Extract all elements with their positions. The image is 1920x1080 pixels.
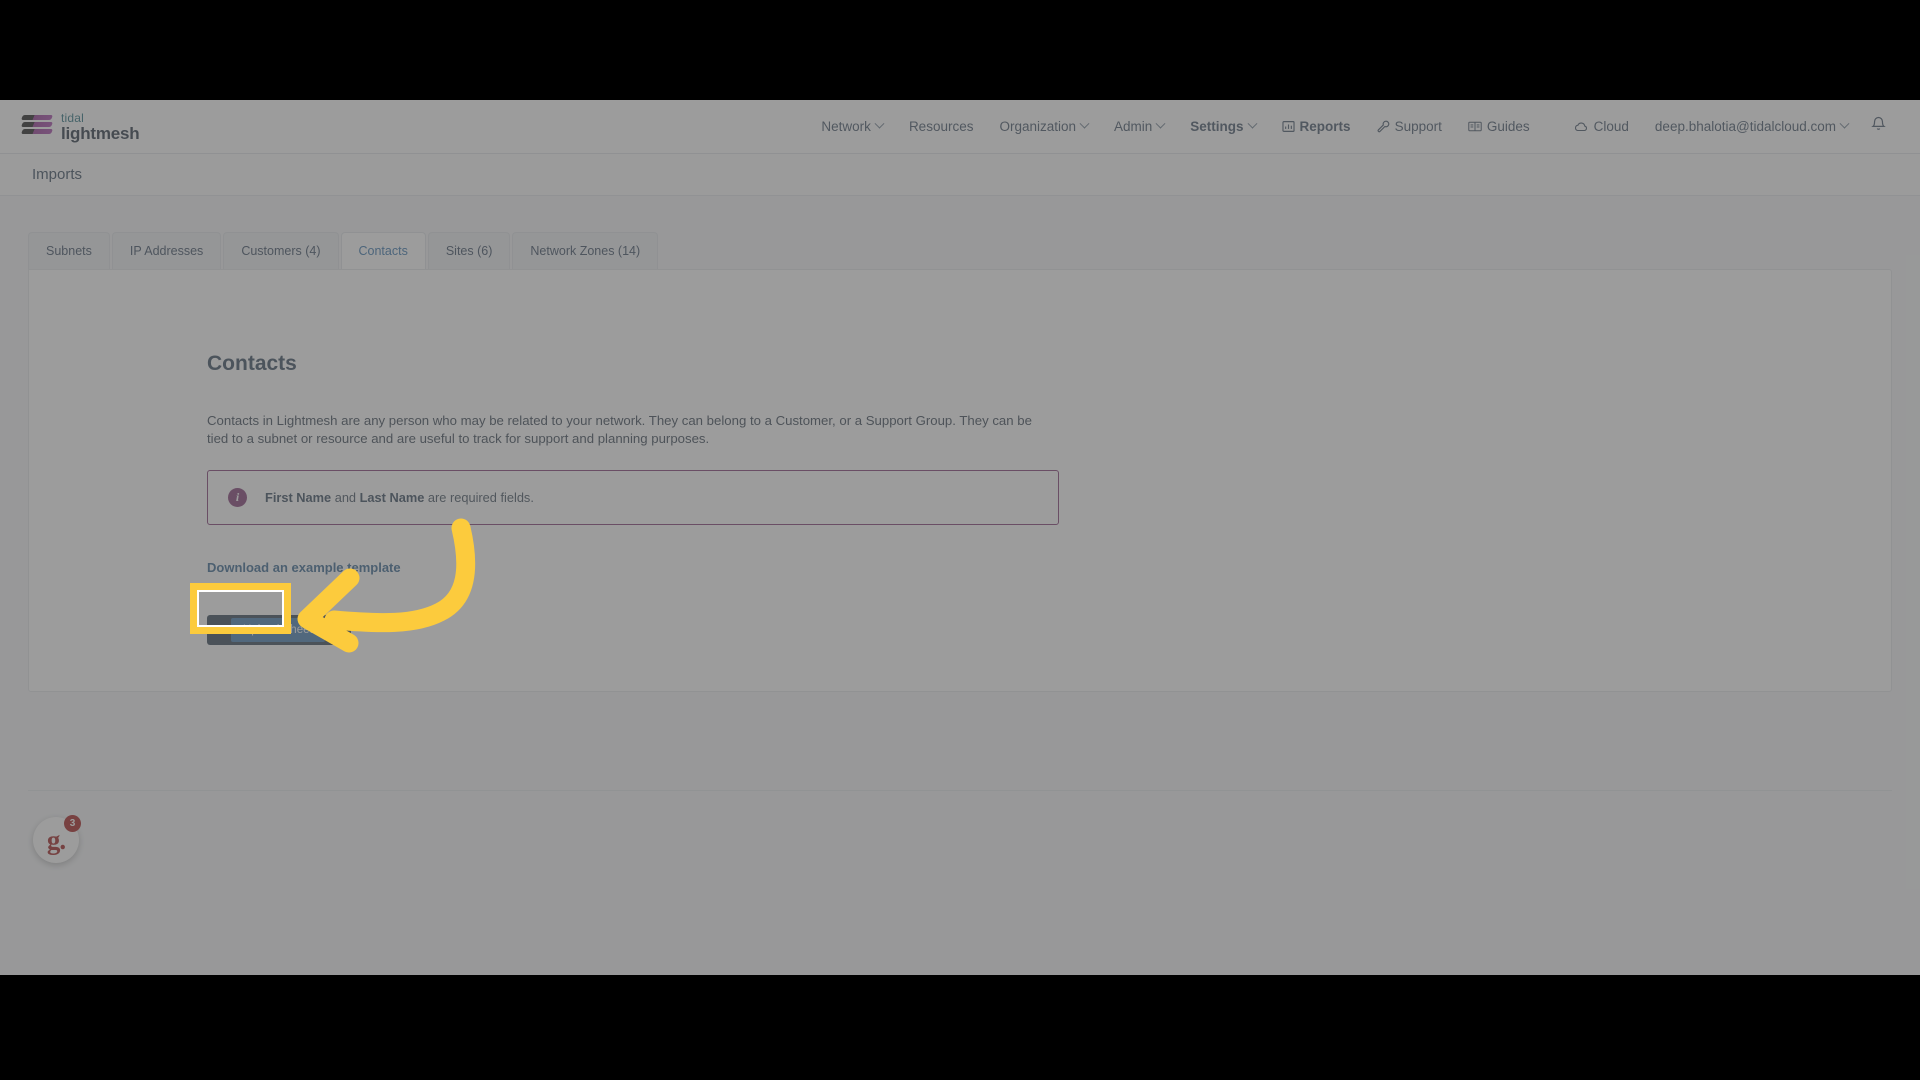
nav-item-support[interactable]: Support xyxy=(1364,119,1455,134)
nav-item-label: Network xyxy=(821,119,871,134)
upload-sheet-button[interactable]: Upload Sheet xyxy=(231,617,325,642)
wrench-icon xyxy=(1377,120,1390,133)
upload-row: Upload Sheet xyxy=(207,614,1369,645)
alert-bold-last-name: Last Name xyxy=(359,489,425,505)
upload-icon[interactable] xyxy=(336,623,349,636)
chevron-down-icon xyxy=(1839,118,1850,129)
user-email-label: deep.bhalotia@tidalcloud.com xyxy=(1654,119,1836,134)
application-page: tidal lightmesh Network Resources Organi… xyxy=(0,100,1920,975)
brand-line-1: tidal xyxy=(61,110,85,125)
alert-bold-first-name: First Name xyxy=(265,489,332,505)
contacts-import-card: Contacts Contacts in Lightmesh are any p… xyxy=(28,269,1892,692)
nav-item-guides[interactable]: Guides xyxy=(1455,119,1543,134)
content-heading: Contacts xyxy=(207,352,297,375)
nav-item-label: Organization xyxy=(999,119,1077,134)
brand-line-2: lightmesh xyxy=(61,123,140,143)
support-widget-logo: g. xyxy=(46,824,66,855)
screenshot-canvas: tidal lightmesh Network Resources Organi… xyxy=(0,0,1920,1080)
tab-label: Customers (4) xyxy=(241,244,321,258)
book-icon xyxy=(1468,120,1482,133)
bar-chart-icon xyxy=(1281,120,1295,133)
nav-item-label: Admin xyxy=(1114,119,1153,134)
nav-item-reports[interactable]: Reports xyxy=(1269,119,1364,134)
info-icon-glyph: i xyxy=(235,489,240,504)
chevron-down-icon xyxy=(1079,118,1090,129)
nav-item-cloud[interactable]: Cloud xyxy=(1561,119,1642,134)
nav-item-label: Resources xyxy=(908,119,974,134)
tab-label: Sites (6) xyxy=(445,244,493,258)
page-title: Imports xyxy=(32,166,83,183)
tab-label: Subnets xyxy=(46,244,92,258)
bell-icon[interactable] xyxy=(1871,116,1886,137)
support-widget-button[interactable]: g. 3 xyxy=(33,815,81,863)
cloud-icon xyxy=(1574,121,1589,133)
tab-network-zones[interactable]: Network Zones (14) xyxy=(512,232,659,269)
nav-item-network[interactable]: Network xyxy=(808,118,896,134)
info-icon: i xyxy=(228,487,247,507)
nav-item-admin[interactable]: Admin xyxy=(1101,118,1177,134)
user-menu[interactable]: deep.bhalotia@tidalcloud.com xyxy=(1642,118,1861,134)
content-description: Contacts in Lightmesh are any person who… xyxy=(207,413,1032,446)
import-tabs: Subnets IP Addresses Customers (4) Conta… xyxy=(28,232,1920,269)
page-header: Imports xyxy=(0,154,1920,196)
chevron-down-icon xyxy=(874,118,885,129)
chevron-down-icon xyxy=(1247,118,1257,129)
nav-item-organization[interactable]: Organization xyxy=(986,118,1101,134)
alert-message: First Name and Last Name are required fi… xyxy=(265,490,534,505)
tab-ip-addresses[interactable]: IP Addresses xyxy=(111,232,222,269)
tab-label: IP Addresses xyxy=(129,244,204,258)
footer-divider xyxy=(28,790,1892,791)
nav-item-label: Guides xyxy=(1486,119,1530,134)
nav-item-settings[interactable]: Settings xyxy=(1177,118,1268,134)
nav-item-resources[interactable]: Resources xyxy=(896,119,987,134)
required-fields-alert: i First Name and Last Name are required … xyxy=(207,469,1059,525)
nav-item-label: Cloud xyxy=(1593,119,1629,134)
nav-item-label: Support xyxy=(1394,119,1442,134)
nav-item-label: Settings xyxy=(1190,119,1244,134)
support-widget-unread-count: 3 xyxy=(64,815,81,832)
chevron-down-icon xyxy=(1155,118,1166,129)
tab-customers[interactable]: Customers (4) xyxy=(223,232,339,269)
tidal-lightmesh-logo-icon xyxy=(20,114,54,140)
tabs-container: Subnets IP Addresses Customers (4) Conta… xyxy=(0,196,1920,269)
tab-label: Contacts xyxy=(358,244,408,258)
upload-control-group: Upload Sheet xyxy=(207,614,351,645)
tab-label: Network Zones (14) xyxy=(530,244,641,258)
nav-item-label: Reports xyxy=(1299,119,1351,134)
nav-items: Network Resources Organization Admin Set… xyxy=(808,116,1902,137)
top-navigation-bar: tidal lightmesh Network Resources Organi… xyxy=(0,100,1920,154)
alert-conjunction: and xyxy=(331,489,360,505)
tab-subnets[interactable]: Subnets xyxy=(28,232,110,269)
alert-tail: are required fields. xyxy=(424,489,534,505)
tab-sites[interactable]: Sites (6) xyxy=(427,232,511,269)
tab-contacts[interactable]: Contacts xyxy=(340,232,426,269)
download-example-template-link[interactable]: Download an example template xyxy=(207,560,401,575)
brand-logo[interactable]: tidal lightmesh xyxy=(20,110,140,143)
